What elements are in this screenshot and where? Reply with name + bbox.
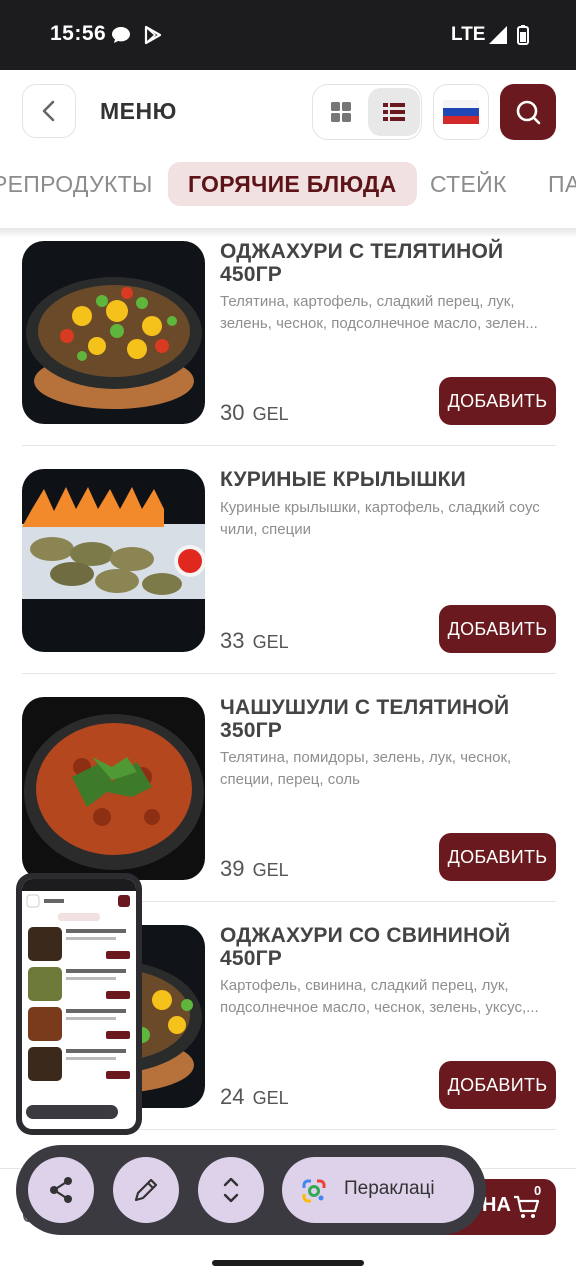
menu-item[interactable]: КУРИНЫЕ КРЫЛЫШКИ Куриные крылышки, карто… [0,458,576,686]
price-currency: GEL [252,632,289,652]
dish-name: КУРИНЫЕ КРЫЛЫШКИ [220,468,466,491]
tab-category-active[interactable]: ГОРЯЧИЕ БЛЮДА [168,162,417,206]
tab-category[interactable]: СТЕЙК [430,162,507,206]
network-type: LTE [451,24,486,45]
price-value: 39 [220,856,245,881]
dish-description: Телятина, помидоры, зелень, лук, чеснок,… [220,749,512,788]
dish-price: 30 GEL [220,400,289,426]
back-button[interactable] [22,84,76,138]
chevron-left-icon [42,100,55,122]
share-button[interactable] [28,1157,94,1223]
share-icon [50,1177,72,1203]
cart-count-badge: 0 [534,1183,542,1198]
price-value: 33 [220,628,245,653]
category-tabs: РЕПРОДУКТЫ ГОРЯЧИЕ БЛЮДА СТЕЙК ПА [0,162,576,208]
dish-name: ОДЖАХУРИ С ТЕЛЯТИНОЙ 450ГР [220,240,504,286]
add-to-cart-button[interactable]: ДОБАВИТЬ [439,605,556,653]
dish-description: Телятина, картофель, сладкий перец, лук,… [220,293,538,332]
screenshot-preview[interactable] [16,873,142,1135]
price-currency: GEL [252,1088,289,1108]
translate-button[interactable]: Пераклацi [282,1157,474,1223]
expand-vertical-icon [223,1177,239,1203]
screenshot-thumbnail-icon [22,879,136,1119]
dish-description: Куриные крылышки, картофель, сладкий соу… [220,499,540,538]
price-currency: GEL [252,404,289,424]
pencil-icon [134,1178,158,1202]
dish-image[interactable] [22,469,205,652]
dish-price: 39 GEL [220,856,289,882]
navigation-bar [0,1246,576,1280]
list-icon [383,103,405,121]
dish-photo-icon [22,469,205,652]
header-shadow [0,228,576,238]
dish-description: Картофель, свинина, сладкий перец, лук, … [220,977,539,1016]
grid-view-button[interactable] [316,88,366,136]
page-title: МЕНЮ [100,98,177,124]
divider [22,673,556,674]
screenshot-preview-screen [22,879,136,1129]
menu-item[interactable]: ОДЖАХУРИ С ТЕЛЯТИНОЙ 450ГР Телятина, кар… [0,230,576,458]
dish-photo-icon [22,241,205,424]
dish-photo-icon [22,697,205,880]
price-value: 24 [220,1084,245,1109]
play-store-icon [144,25,162,45]
dish-name: ОДЖАХУРИ СО СВИНИНОЙ 450ГР [220,924,511,970]
tab-category[interactable]: ПА [548,162,576,206]
message-icon [112,27,130,43]
google-lens-icon [302,1179,326,1203]
view-toggle [312,84,422,140]
add-to-cart-button[interactable]: ДОБАВИТЬ [439,377,556,425]
dish-price: 33 GEL [220,628,289,654]
divider [22,445,556,446]
app-header: МЕНЮ РЕПРОДУКТЫ ГОРЯЧИЕ БЛЮДА СТЕЙК ПА [0,70,576,230]
dish-image[interactable] [22,241,205,424]
dish-name: ЧАШУШУЛИ С ТЕЛЯТИНОЙ 350ГР [220,696,510,742]
dish-price: 24 GEL [220,1084,289,1110]
search-button[interactable] [500,84,556,140]
add-to-cart-button[interactable]: ДОБАВИТЬ [439,1061,556,1109]
russia-flag-icon [443,100,479,124]
home-gesture-handle[interactable] [212,1260,364,1266]
signal-icon [489,26,507,44]
cart-button-label: НА [482,1194,511,1216]
language-button[interactable] [433,84,489,140]
list-view-button[interactable] [368,88,420,136]
add-to-cart-button[interactable]: ДОБАВИТЬ [439,833,556,881]
status-bar: 15:56 LTE [0,0,576,70]
expand-button[interactable] [198,1157,264,1223]
translate-label: Пераклацi [344,1178,435,1199]
price-value: 30 [220,400,245,425]
floating-toolbar: Пераклацi [16,1145,486,1235]
grid-icon [331,102,351,122]
search-icon [516,100,541,125]
dish-image[interactable] [22,697,205,880]
battery-icon [517,25,529,45]
price-currency: GEL [252,860,289,880]
status-time: 15:56 [50,22,107,45]
tab-category[interactable]: РЕПРОДУКТЫ [0,162,153,206]
edit-button[interactable] [113,1157,179,1223]
